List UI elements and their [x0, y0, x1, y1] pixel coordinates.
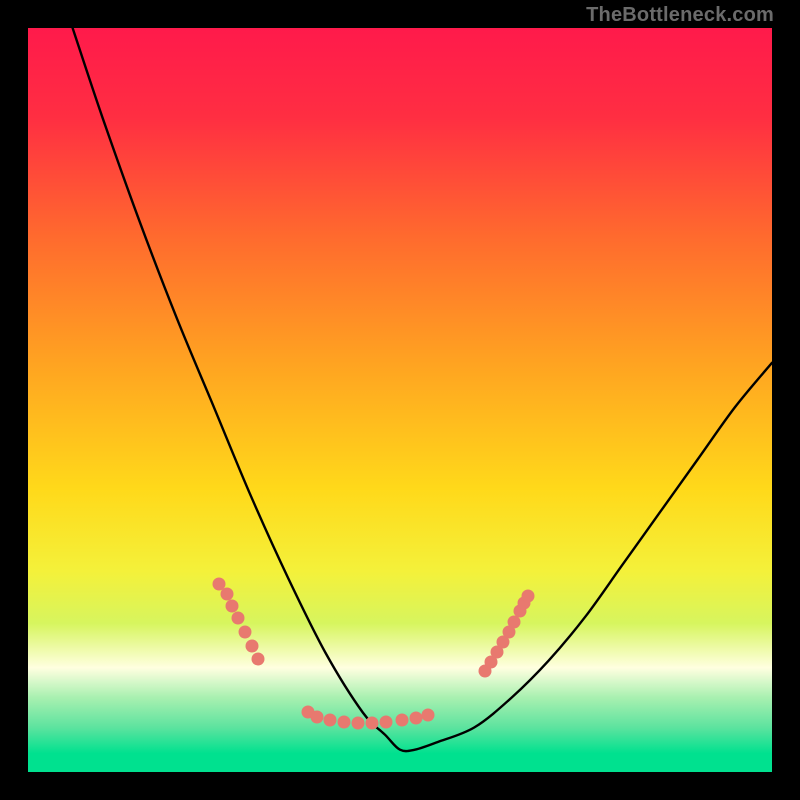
curve-marker — [410, 712, 423, 725]
chart-svg — [28, 28, 772, 772]
curve-marker — [366, 717, 379, 730]
curve-marker — [338, 716, 351, 729]
curve-marker — [246, 640, 259, 653]
curve-marker — [508, 616, 521, 629]
bottleneck-curve — [73, 28, 772, 751]
curve-marker — [311, 711, 324, 724]
watermark-text: TheBottleneck.com — [586, 4, 774, 27]
plot-area — [28, 28, 772, 772]
curve-marker — [352, 717, 365, 730]
curve-marker — [422, 709, 435, 722]
curve-marker — [324, 714, 337, 727]
curve-marker — [522, 590, 535, 603]
curve-marker — [252, 653, 265, 666]
curve-marker — [221, 588, 234, 601]
curve-marker — [226, 600, 239, 613]
marker-group — [213, 578, 535, 730]
curve-marker — [396, 714, 409, 727]
curve-marker — [380, 716, 393, 729]
curve-marker — [232, 612, 245, 625]
curve-marker — [239, 626, 252, 639]
